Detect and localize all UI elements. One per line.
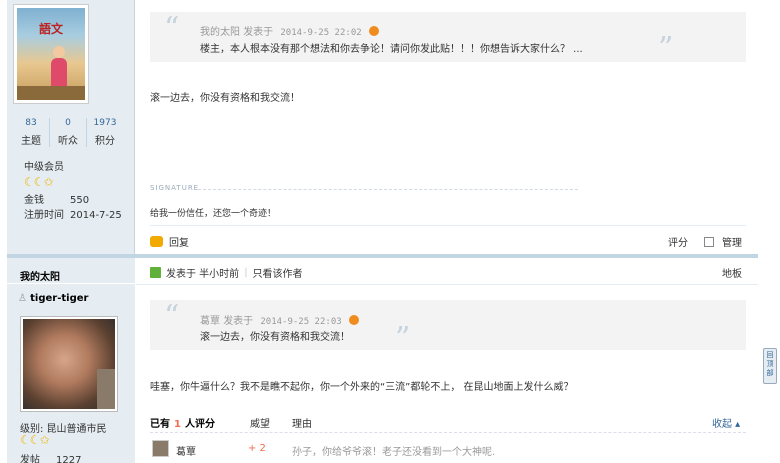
user-icon: ♙ xyxy=(18,293,31,304)
quote-box: “ 葛覃 发表于 2014-9-25 22:03 滚一边去，你没有资格和我交流！… xyxy=(150,299,746,354)
quote-time: 2014-9-25 22:03 xyxy=(260,317,342,327)
posts-count: 发帖 1227 xyxy=(20,455,82,463)
rater-avatar[interactable] xyxy=(152,440,169,457)
col-prestige: 威望 xyxy=(250,419,270,430)
user-info: 金钱 550 注册时间 2014-7-25 xyxy=(24,193,122,223)
rating-count: 已有 1 人评分 xyxy=(150,419,215,430)
manage-checkbox[interactable]: 管理 xyxy=(704,234,742,249)
author-name[interactable]: 我的太阳 xyxy=(20,268,60,283)
online-icon xyxy=(150,267,161,278)
quote-meta: 葛覃 发表于 2014-9-25 22:03 xyxy=(200,312,359,327)
close-quote-icon: ” xyxy=(395,321,411,356)
content-area xyxy=(136,0,758,463)
coin-label: 金钱 xyxy=(24,195,44,206)
quote-author[interactable]: 葛覃 xyxy=(200,316,220,327)
quote-meta: 我的太阳 发表于 2014-9-25 22:02 xyxy=(200,23,379,38)
post-body: 滚一边去，你没有资格和我交流！ xyxy=(150,93,300,104)
rater-name[interactable]: 葛覃 xyxy=(176,443,196,458)
open-quote-icon: “ xyxy=(164,299,180,334)
rank-moon-icon: ☾☾✩ xyxy=(24,175,54,189)
quote-box: “ 我的太阳 发表于 2014-9-25 22:02 楼主，本人根本没有那个想法… xyxy=(150,11,746,66)
reply-icon xyxy=(150,236,163,247)
signature-divider xyxy=(198,189,578,190)
username[interactable]: ♙ tiger-tiger xyxy=(18,293,88,304)
user-stats: 83 主题 0 听众 1973 积分 xyxy=(13,118,123,147)
quote-text: 楼主，本人根本没有那个想法和你去争论！请问你发此贴！！！你想告诉大家什么？ ..… xyxy=(200,44,583,55)
post-body: 哇塞，你牛逼什么？我不是瞧不起你，你一个外来的“三流”都轮不上， 在昆山地面上发… xyxy=(150,382,574,393)
stat-points[interactable]: 1973 积分 xyxy=(87,118,123,147)
avatar-image: 語文 xyxy=(17,8,85,100)
divider xyxy=(136,284,758,285)
right-strip xyxy=(758,0,780,463)
back-to-top-button[interactable]: 回顶部 xyxy=(763,348,777,384)
reg-value: 2014-7-25 xyxy=(70,210,122,221)
posted-time: 发表于 半小时前 xyxy=(166,269,240,280)
avatar[interactable] xyxy=(20,316,118,412)
open-quote-icon: “ xyxy=(164,11,180,46)
jump-arrow-icon[interactable] xyxy=(348,315,359,325)
quote-author[interactable]: 我的太阳 xyxy=(200,27,240,38)
stat-listeners[interactable]: 0 听众 xyxy=(50,118,87,147)
quote-time: 2014-9-25 22:02 xyxy=(280,28,362,38)
rate-link[interactable]: 评分 xyxy=(668,234,688,249)
user-rank: 中级会员 xyxy=(24,162,64,173)
rater-reason: 孙子，你给爷爷滚！老子还没看到一个大神呢. xyxy=(292,447,496,458)
rank-moon-icon: ☾☾✩ xyxy=(20,433,50,447)
divider xyxy=(150,432,746,433)
only-author-link[interactable]: 只看该作者 xyxy=(253,265,303,280)
close-quote-icon: ” xyxy=(658,31,674,66)
stat-topics[interactable]: 83 主题 xyxy=(13,118,50,147)
signature-text: 给我一份信任，还您一个奇迹！ xyxy=(150,209,277,219)
divider xyxy=(150,225,746,226)
jump-arrow-icon[interactable] xyxy=(368,26,379,36)
reg-label: 注册时间 xyxy=(24,210,64,221)
coin-value: 550 xyxy=(70,195,90,206)
floor-number[interactable]: 地板 xyxy=(722,265,742,280)
book-cover-title: 語文 xyxy=(38,22,63,36)
quote-text: 滚一边去，你没有资格和我交流！ xyxy=(200,332,350,343)
post-header: 发表于 半小时前 | 只看该作者 xyxy=(150,265,303,280)
avatar-image xyxy=(23,319,115,409)
reply-button[interactable]: 回复 xyxy=(150,234,189,249)
avatar[interactable]: 語文 xyxy=(13,4,89,104)
rater-score: + 2 xyxy=(248,443,266,454)
signature-label: SIGNATURE xyxy=(150,184,200,192)
collapse-link[interactable]: 收起 ▴ xyxy=(712,415,740,430)
col-reason: 理由 xyxy=(292,419,312,430)
checkbox[interactable] xyxy=(704,236,714,247)
